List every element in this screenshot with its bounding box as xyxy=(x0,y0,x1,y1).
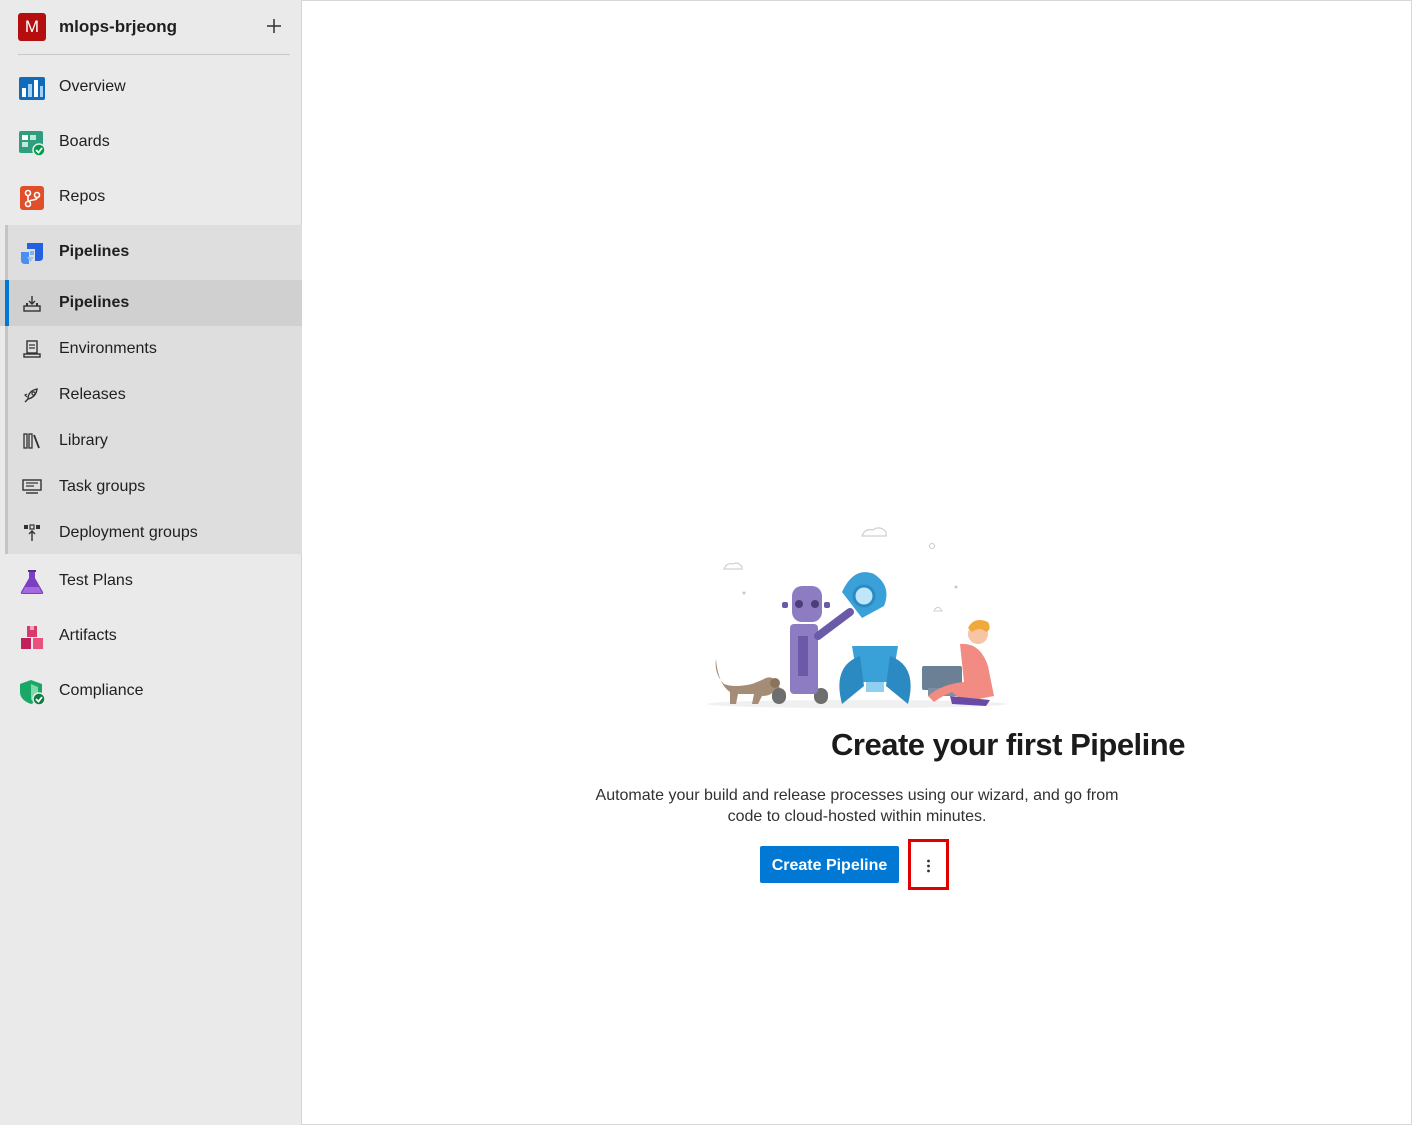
sub-item-task-groups[interactable]: Task groups xyxy=(0,464,302,510)
main-content: Create your first Pipeline Automate your… xyxy=(302,0,1412,1125)
nav-label: Compliance xyxy=(59,682,144,699)
nav-item-overview[interactable]: Overview xyxy=(0,61,302,116)
nav-label: Test Plans xyxy=(59,572,133,589)
divider xyxy=(18,54,290,55)
sub-item-deployment-groups[interactable]: Deployment groups xyxy=(0,510,302,556)
repos-icon xyxy=(20,186,44,210)
project-avatar[interactable]: M xyxy=(18,13,46,41)
sub-item-label: Task groups xyxy=(59,478,146,495)
nav-item-pipelines[interactable]: Pipelines xyxy=(0,226,302,281)
test-plans-icon xyxy=(20,570,44,594)
more-options-button[interactable] xyxy=(908,839,949,890)
library-icon xyxy=(23,433,40,449)
sub-item-label: Deployment groups xyxy=(59,524,198,541)
environments-icon xyxy=(23,340,41,358)
releases-icon xyxy=(23,388,38,403)
sub-item-environments[interactable]: Environments xyxy=(0,326,302,372)
sub-item-label: Pipelines xyxy=(59,294,130,311)
create-pipeline-button[interactable]: Create Pipeline xyxy=(760,846,899,883)
nav-label: Repos xyxy=(59,188,106,205)
empty-state-title: Create your first Pipeline xyxy=(831,727,1185,762)
overview-icon xyxy=(19,77,45,100)
sub-item-label: Releases xyxy=(59,386,126,403)
nav-label: Pipelines xyxy=(59,243,130,260)
nav-label: Overview xyxy=(59,78,126,95)
artifacts-icon xyxy=(21,626,43,649)
sub-item-library[interactable]: Library xyxy=(0,418,302,464)
selection-indicator xyxy=(5,280,9,326)
nav-item-boards[interactable]: Boards xyxy=(0,116,302,171)
pipeline-illustration xyxy=(707,527,1007,708)
nav-label: Boards xyxy=(59,133,110,150)
deployment-groups-icon xyxy=(24,524,40,541)
boards-icon xyxy=(19,131,46,157)
plus-icon[interactable] xyxy=(262,12,286,40)
nav-label: Artifacts xyxy=(59,627,117,644)
nav-item-artifacts[interactable]: Artifacts xyxy=(0,610,302,665)
nav-item-test-plans[interactable]: Test Plans xyxy=(0,555,302,610)
nav-item-compliance[interactable]: Compliance xyxy=(0,665,302,720)
pipelines-icon xyxy=(21,243,43,264)
sub-item-releases[interactable]: Releases xyxy=(0,372,302,418)
sub-item-label: Environments xyxy=(59,340,157,357)
nav-item-repos[interactable]: Repos xyxy=(0,171,302,226)
project-header: M mlops-brjeong xyxy=(0,0,302,56)
sidebar: M mlops-brjeong Overview Boards Repos Pi… xyxy=(0,0,302,1125)
project-name[interactable]: mlops-brjeong xyxy=(59,17,177,37)
compliance-icon xyxy=(20,680,46,706)
task-groups-icon xyxy=(22,479,42,494)
sub-item-label: Library xyxy=(59,432,108,449)
empty-state-description: Automate your build and release processe… xyxy=(595,787,1119,825)
more-vertical-icon xyxy=(927,859,930,873)
sub-item-pipelines[interactable]: Pipelines xyxy=(0,280,302,326)
pipelines-rocket-icon xyxy=(23,296,41,312)
